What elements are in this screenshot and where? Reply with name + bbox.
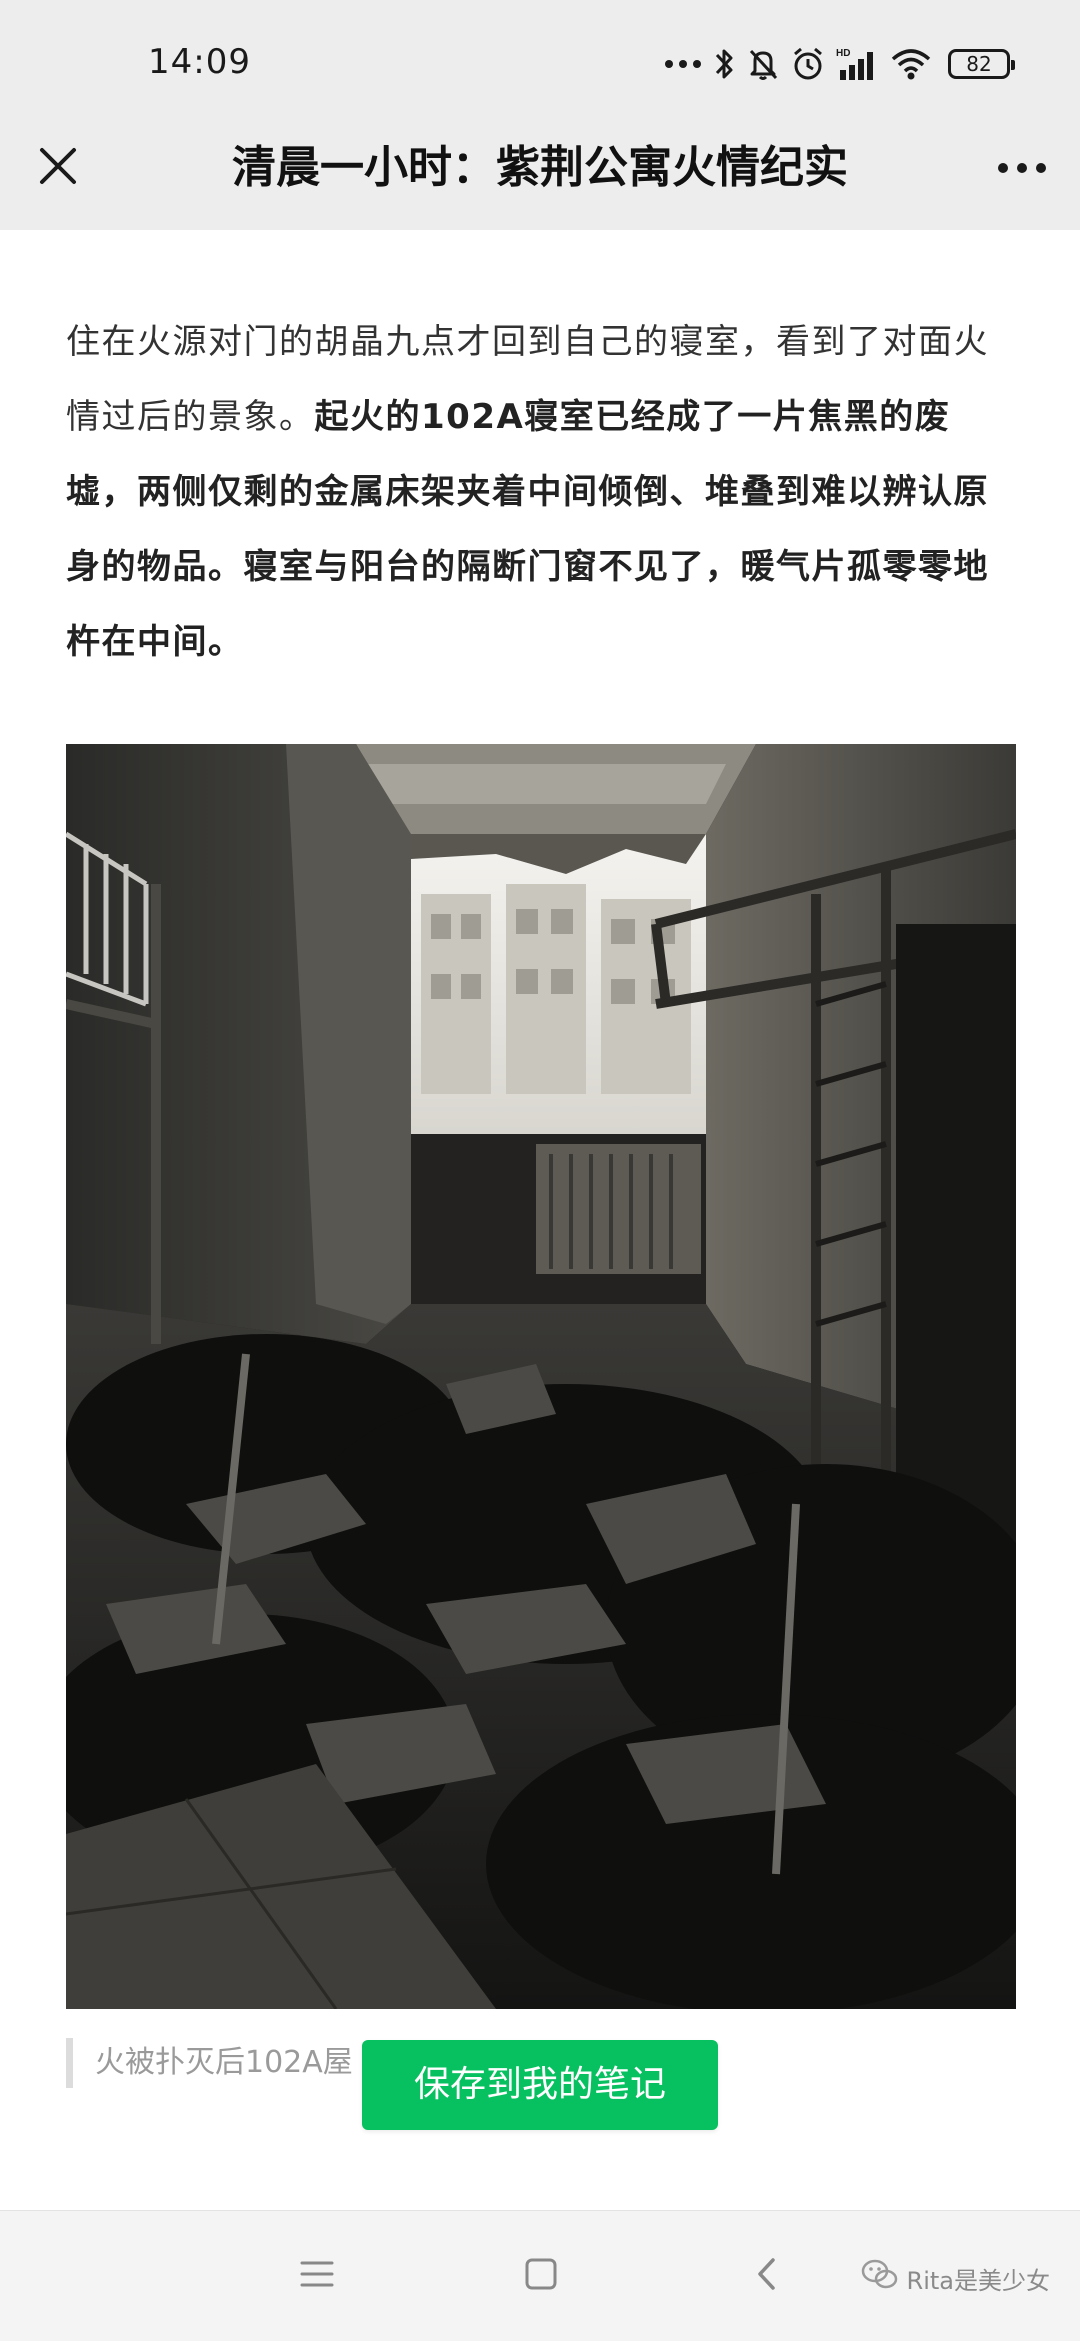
bluetooth-icon (712, 46, 736, 82)
article-photo[interactable] (66, 744, 1016, 2009)
header: 清晨一小时：紫荆公寓火情纪实 (0, 128, 1080, 230)
more-dots-icon (664, 58, 702, 70)
status-icons: HD 82 (664, 40, 1015, 88)
photo-caption: 火被扑灭后102A屋 (66, 2038, 353, 2088)
wechat-icon (861, 2259, 899, 2297)
nav-menu-button[interactable] (292, 2251, 342, 2301)
page-title: 清晨一小时：紫荆公寓火情纪实 (232, 142, 848, 193)
close-icon (38, 146, 78, 190)
battery-icon: 82 (948, 49, 1015, 79)
nav-back-button[interactable] (742, 2251, 792, 2301)
system-nav-bar: Rita是美少女 (0, 2210, 1080, 2341)
top-bar: 14:09 HD 82 清晨一小时：紫荆公寓火情纪实 (0, 0, 1080, 230)
menu-icon (300, 2259, 334, 2293)
back-icon (755, 2256, 779, 2296)
close-button[interactable] (28, 138, 88, 198)
article-body: 住在火源对门的胡晶九点才回到自己的寝室，看到了对面火情过后的景象。起火的102A… (66, 305, 1016, 680)
status-bar: 14:09 HD 82 (0, 0, 1080, 128)
mute-bell-icon (746, 46, 780, 82)
hd-signal-icon: HD (836, 46, 880, 82)
more-icon (997, 159, 1047, 178)
svg-text:HD: HD (836, 48, 850, 59)
wifi-icon (890, 47, 932, 81)
save-to-notes-button[interactable]: 保存到我的笔记 (362, 2040, 718, 2130)
watermark: Rita是美少女 (861, 2259, 1050, 2297)
alarm-icon (790, 46, 826, 82)
watermark-text: Rita是美少女 (906, 2266, 1050, 2295)
home-square-icon (524, 2257, 558, 2295)
nav-home-button[interactable] (516, 2251, 566, 2301)
more-button[interactable] (992, 138, 1052, 198)
status-time: 14:09 (148, 42, 251, 82)
